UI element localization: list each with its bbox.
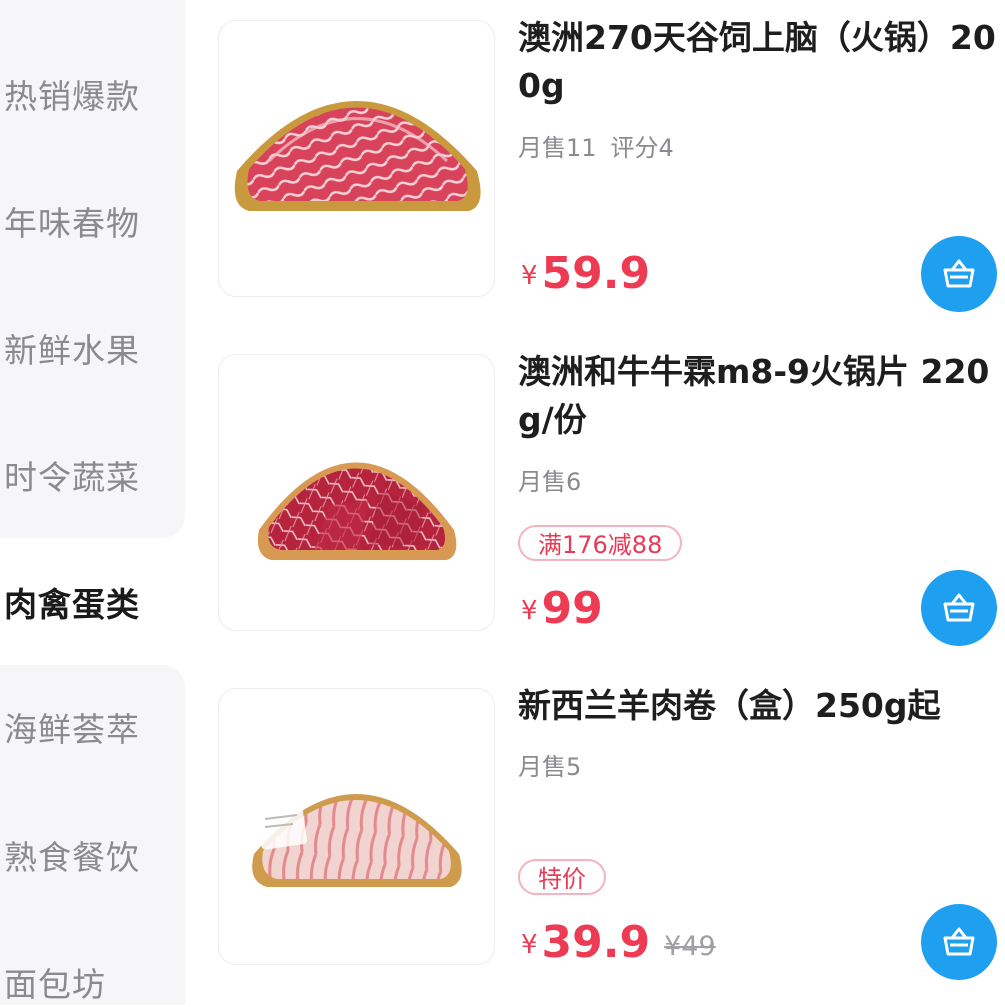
original-price: ¥49 [664, 931, 716, 962]
promo-tag: 特价 [518, 859, 606, 895]
product-image[interactable] [218, 354, 495, 631]
product-meta: 月售5 [518, 747, 581, 782]
price: ¥59.9 [521, 248, 650, 299]
rating: 评分4 [610, 134, 674, 162]
sidebar-item-seafood[interactable]: 海鲜荟萃 [4, 708, 140, 752]
product-title[interactable]: 新西兰羊肉卷（盒）250g起 [518, 682, 998, 730]
product-title[interactable]: 澳洲270天谷饲上脑（火锅）200g [518, 14, 998, 110]
product-image[interactable] [218, 20, 495, 297]
product-meta: 月售11 评分4 [518, 128, 674, 163]
sidebar-item-bakery[interactable]: 面包坊 [4, 963, 106, 1007]
sidebar-item-fruit[interactable]: 新鲜水果 [4, 329, 140, 373]
sidebar-item-meat-eggs[interactable]: 肉禽蛋类 [4, 583, 140, 627]
beef-slices-tray-icon [234, 101, 481, 211]
currency-symbol: ¥ [521, 596, 538, 626]
basket-icon [943, 593, 975, 622]
product-card[interactable]: 澳洲270天谷饲上脑（火锅）200g 月售11 评分4 ¥59.9 [185, 0, 1005, 333]
add-to-cart-button[interactable] [921, 570, 997, 646]
monthly-sales: 月售11 [518, 134, 597, 162]
currency-symbol: ¥ [521, 930, 538, 960]
monthly-sales: 月售5 [518, 753, 582, 781]
wagyu-slices-tray-icon [257, 462, 457, 560]
currency-symbol: ¥ [521, 261, 538, 291]
product-card[interactable]: 澳洲和牛牛霖m8-9火锅片 220g/份 月售6 满176减88 ¥99 [185, 334, 1005, 667]
sidebar-item-vegetables[interactable]: 时令蔬菜 [4, 456, 140, 500]
category-sidebar: 热销爆款 年味春物 新鲜水果 时令蔬菜 肉禽蛋类 海鲜荟萃 熟食餐饮 面包坊 [0, 0, 185, 1005]
sidebar-item-hot[interactable]: 热销爆款 [4, 75, 140, 119]
promo-tag: 满176减88 [518, 525, 683, 561]
product-card[interactable]: 新西兰羊肉卷（盒）250g起 月售5 特价 ¥39.9 ¥49 [185, 668, 1005, 1001]
price-value: 39.9 [541, 917, 651, 968]
price-value: 99 [541, 583, 603, 634]
price-value: 59.9 [541, 248, 651, 299]
basket-icon [943, 259, 975, 288]
product-title[interactable]: 澳洲和牛牛霖m8-9火锅片 220g/份 [518, 348, 998, 444]
product-meta: 月售6 [518, 462, 581, 497]
basket-icon [943, 927, 975, 956]
lamb-rolls-tray-icon [252, 794, 462, 887]
add-to-cart-button[interactable] [921, 904, 997, 980]
monthly-sales: 月售6 [518, 468, 582, 496]
sidebar-item-new-year[interactable]: 年味春物 [4, 202, 140, 246]
add-to-cart-button[interactable] [921, 236, 997, 312]
price: ¥99 [521, 583, 603, 634]
product-image[interactable] [218, 688, 495, 965]
sidebar-item-deli[interactable]: 熟食餐饮 [4, 836, 140, 880]
price: ¥39.9 ¥49 [521, 917, 716, 968]
